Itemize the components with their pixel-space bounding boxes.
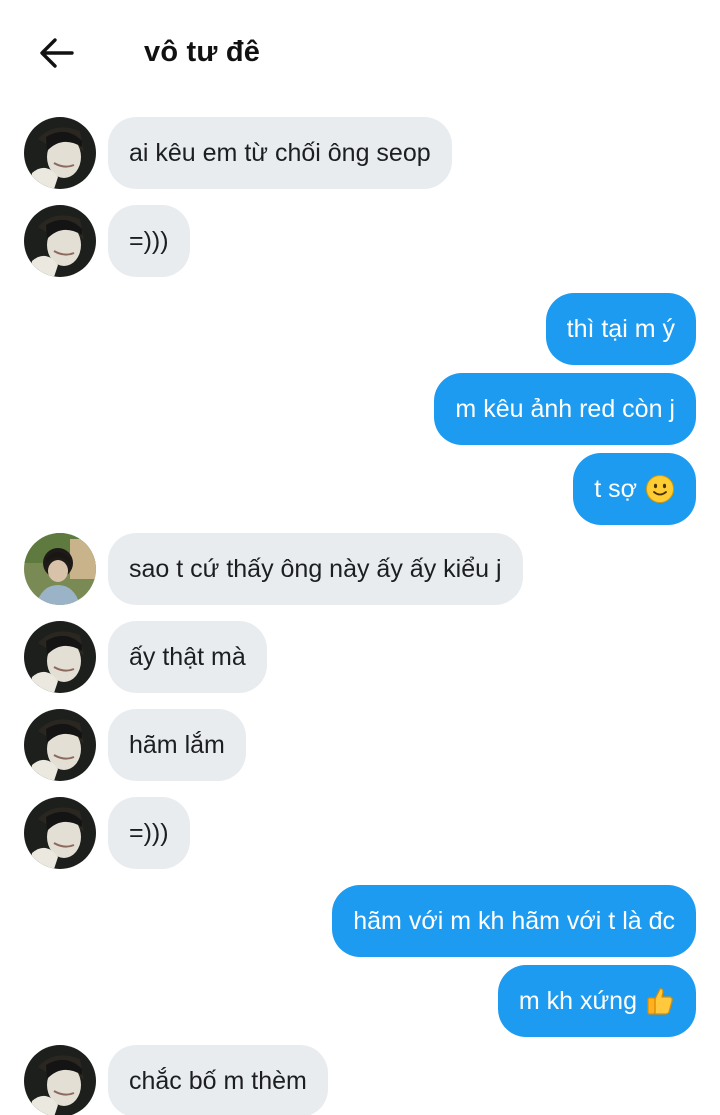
chat-header: vô tư đê (0, 0, 720, 100)
message-row: m kh xứng (0, 965, 720, 1037)
outgoing-message-bubble[interactable]: thì tại m ý (545, 293, 696, 365)
message-text: sao t cứ thấy ông này ấy ấy kiểu j (129, 554, 502, 583)
avatar[interactable] (24, 797, 96, 869)
message-row: hãm lắm (0, 709, 720, 781)
incoming-message-bubble[interactable]: chắc bố m thèm (108, 1045, 328, 1115)
avatar[interactable] (24, 709, 96, 781)
incoming-message-bubble[interactable]: ấy thật mà (108, 621, 267, 693)
message-text: chắc bố m thèm (129, 1066, 307, 1095)
avatar[interactable] (24, 533, 96, 605)
outgoing-message-bubble[interactable]: hãm với m kh hãm với t là đc (332, 885, 696, 957)
incoming-message-bubble[interactable]: sao t cứ thấy ông này ấy ấy kiểu j (108, 533, 523, 605)
message-text: =))) (129, 226, 169, 255)
message-text: m kh xứng (518, 986, 637, 1015)
message-row: t sợ (0, 453, 720, 525)
thumbs-up-icon (645, 986, 675, 1016)
slightly-smiling-face-icon (645, 474, 675, 504)
avatar[interactable] (24, 621, 96, 693)
message-row: hãm với m kh hãm với t là đc (0, 885, 720, 957)
message-text: =))) (129, 818, 169, 847)
message-row: ấy thật mà (0, 621, 720, 693)
message-text: ấy thật mà (129, 642, 246, 671)
message-row: chắc bố m thèm (0, 1045, 720, 1115)
outgoing-message-bubble[interactable]: m kh xứng (497, 965, 696, 1037)
message-row: ai kêu em từ chối ông seop (0, 117, 720, 189)
avatar[interactable] (24, 205, 96, 277)
outgoing-message-bubble[interactable]: t sợ (573, 453, 696, 525)
message-row: m kêu ảnh red còn j (0, 373, 720, 445)
incoming-message-bubble[interactable]: =))) (108, 797, 190, 869)
message-row: thì tại m ý (0, 293, 720, 365)
message-row: =))) (0, 205, 720, 277)
message-text: t sợ (594, 474, 637, 503)
outgoing-message-bubble[interactable]: m kêu ảnh red còn j (434, 373, 696, 445)
arrow-left-icon (40, 38, 74, 68)
message-row: =))) (0, 797, 720, 869)
conversation-title: vô tư đê (144, 36, 261, 68)
incoming-message-bubble[interactable]: hãm lắm (108, 709, 246, 781)
back-button[interactable] (34, 33, 78, 73)
message-text: m kêu ảnh red còn j (455, 394, 675, 423)
message-text: thì tại m ý (566, 314, 675, 343)
incoming-message-bubble[interactable]: =))) (108, 205, 190, 277)
message-text: hãm lắm (129, 730, 225, 759)
avatar[interactable] (24, 117, 96, 189)
message-text: ai kêu em từ chối ông seop (129, 138, 431, 167)
incoming-message-bubble[interactable]: ai kêu em từ chối ông seop (108, 117, 452, 189)
message-text: hãm với m kh hãm với t là đc (353, 906, 675, 935)
message-row: sao t cứ thấy ông này ấy ấy kiểu j (0, 533, 720, 605)
avatar[interactable] (24, 1045, 96, 1115)
